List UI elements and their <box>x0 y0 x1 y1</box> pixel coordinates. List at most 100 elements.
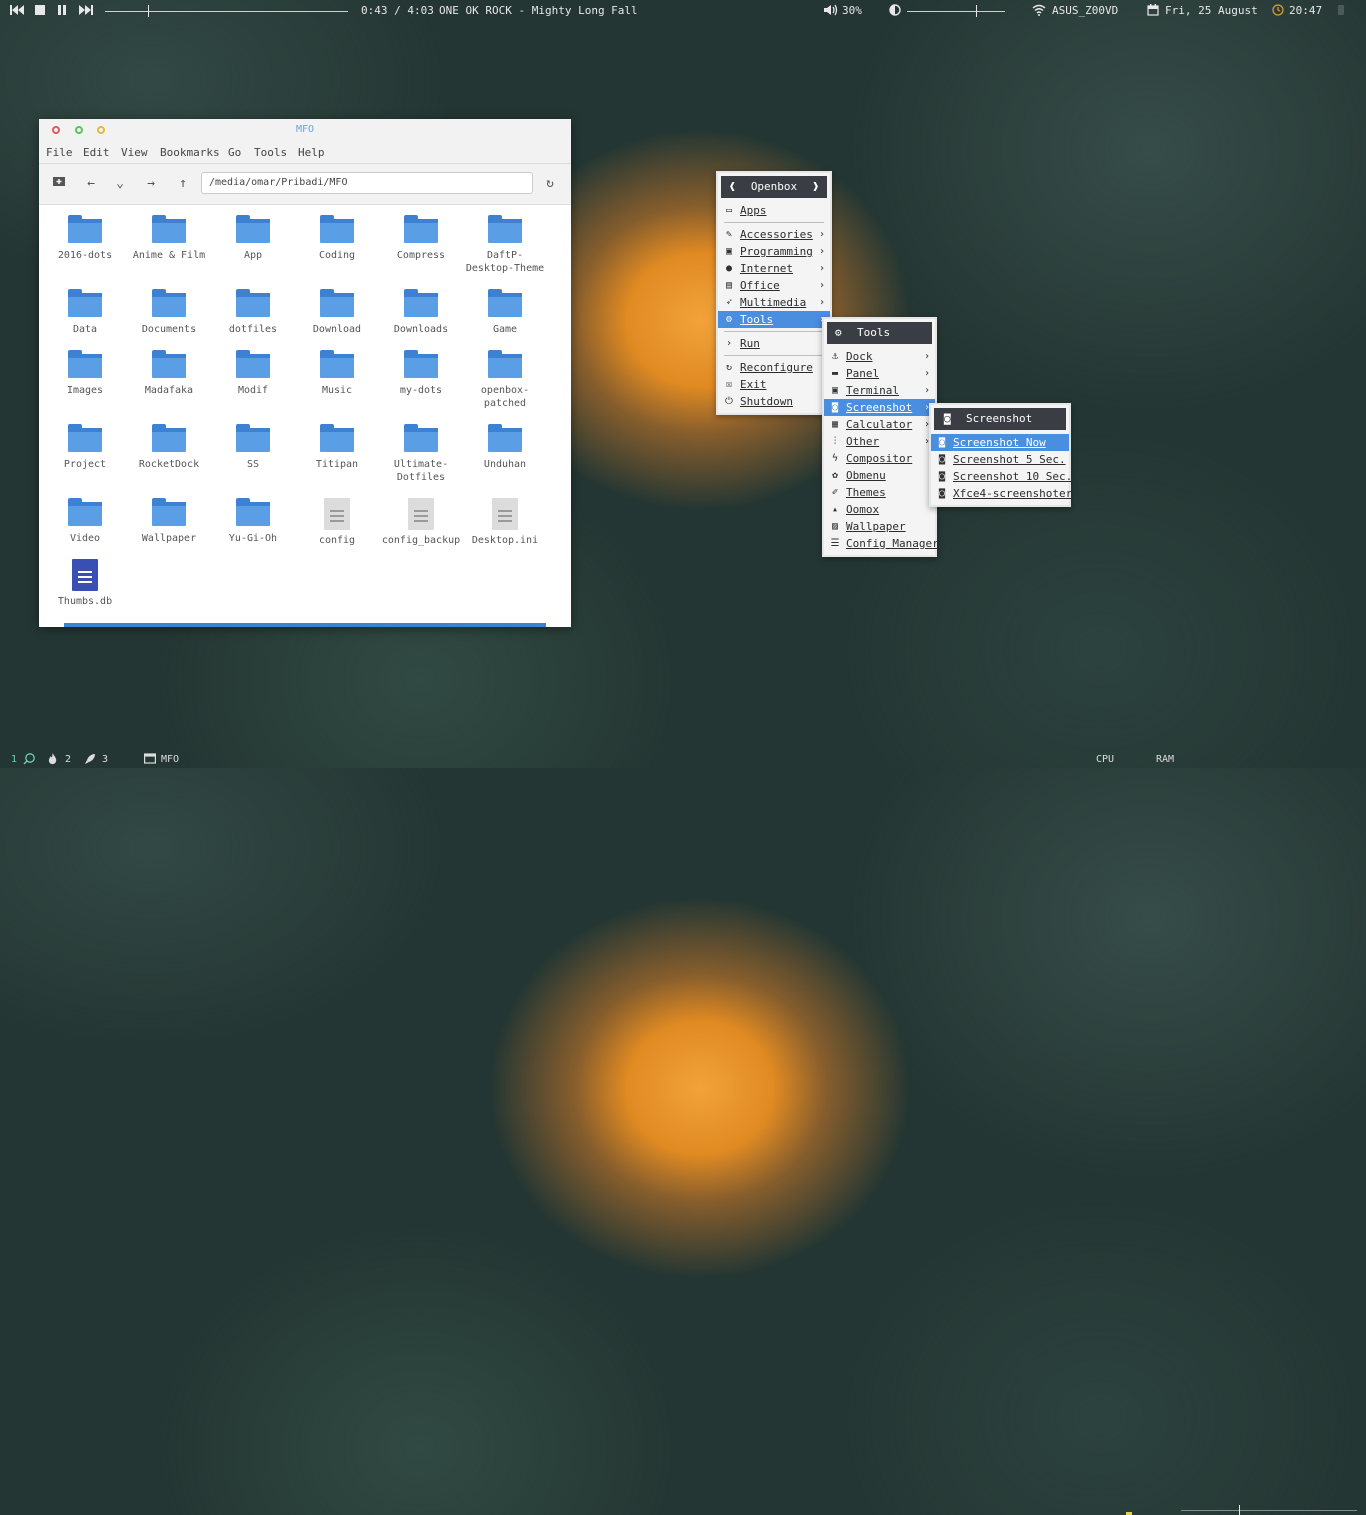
menu-item-tools[interactable]: ⚙ Tools› <box>718 311 830 328</box>
media-progress-handle[interactable] <box>148 5 149 17</box>
rocket-icon[interactable] <box>84 753 96 766</box>
menu-tools[interactable]: Tools <box>254 146 287 159</box>
folder-item[interactable]: dotfiles <box>211 289 295 336</box>
menu-item-office[interactable]: ▤ Office › <box>718 277 830 294</box>
menu-item-calculator[interactable]: ▦ Calculator › <box>824 416 935 433</box>
workspace-1-number[interactable]: 1 <box>11 753 17 766</box>
folder-item[interactable]: SS <box>211 424 295 471</box>
media-time: 0:43 / 4:03 <box>361 4 434 17</box>
flame-icon[interactable] <box>47 753 58 766</box>
menu-item-apps[interactable]: ▭ Apps <box>718 202 830 219</box>
menu-item-accessories[interactable]: ✎ Accessories › <box>718 226 830 243</box>
menu-edit[interactable]: Edit <box>83 146 110 159</box>
brush-icon: ✐ <box>831 487 839 498</box>
volume-icon[interactable] <box>824 4 838 18</box>
menu-item-oomox[interactable]: ▴ Oomox <box>824 501 935 518</box>
panel-icon: ▬ <box>831 368 839 379</box>
folder-item[interactable]: 2016-dots <box>43 215 127 262</box>
location-bar[interactable]: /media/omar/Pribadi/MFO <box>201 172 533 194</box>
forward-icon[interactable]: → <box>142 175 160 193</box>
window-titlebar[interactable]: MFO <box>39 119 571 141</box>
menu-item-other[interactable]: ⫶ Other › <box>824 433 935 450</box>
menu-item-multimedia[interactable]: ➶ Multimedia › <box>718 294 830 311</box>
menu-item-terminal[interactable]: ▣ Terminal › <box>824 382 935 399</box>
menu-go[interactable]: Go <box>228 146 241 159</box>
folder-item[interactable]: my-dots <box>379 350 463 397</box>
folder-item[interactable]: Coding <box>295 215 379 262</box>
file-item[interactable]: config <box>295 498 379 547</box>
file-item[interactable]: config_backup <box>379 498 463 547</box>
folder-item[interactable]: Madafaka <box>127 350 211 397</box>
up-icon[interactable]: ↑ <box>174 175 192 193</box>
power-icon[interactable] <box>1337 4 1345 18</box>
menu-view[interactable]: View <box>121 146 148 159</box>
folder-item[interactable]: Ultimate- Dotfiles <box>379 424 463 484</box>
workspace-1-icon[interactable] <box>23 753 35 766</box>
menu-item-screenshot-5-sec[interactable]: ◙ Screenshot 5 Sec. <box>931 451 1069 468</box>
menu-item-wallpaper[interactable]: ▨ Wallpaper <box>824 518 935 535</box>
menu-item-compositor[interactable]: ϟ Compositor <box>824 450 935 467</box>
history-dropdown-icon[interactable]: ⌄ <box>111 175 129 193</box>
folder-item[interactable]: Data <box>43 289 127 336</box>
menu-bookmarks[interactable]: Bookmarks <box>160 146 220 159</box>
folder-item[interactable]: Wallpaper <box>127 498 211 545</box>
menu-item-panel[interactable]: ▬ Panel › <box>824 365 935 382</box>
cpu-label: CPU <box>1096 754 1115 765</box>
stop-icon[interactable] <box>35 4 46 18</box>
menu-item-shutdown[interactable]: ⏻ Shutdown <box>718 393 830 410</box>
previous-track-icon[interactable] <box>10 4 24 18</box>
folder-item[interactable]: Music <box>295 350 379 397</box>
menu-item-obmenu[interactable]: ✿ Obmenu <box>824 467 935 484</box>
folder-item[interactable]: Game <box>463 289 547 336</box>
folder-item[interactable]: Modif <box>211 350 295 397</box>
media-progress-slider[interactable] <box>105 11 348 12</box>
folder-item[interactable]: Documents <box>127 289 211 336</box>
menu-item-screenshot-now[interactable]: ◙ Screenshot Now <box>931 434 1069 451</box>
brightness-handle[interactable] <box>975 5 977 17</box>
folder-item[interactable]: Video <box>43 498 127 545</box>
menu-item-programming[interactable]: ▣ Programming › <box>718 243 830 260</box>
folder-item[interactable]: Download <box>295 289 379 336</box>
menu-item-internet[interactable]: ● Internet › <box>718 260 830 277</box>
pause-icon[interactable] <box>57 4 68 18</box>
horizontal-scrollbar[interactable] <box>64 623 546 627</box>
folder-item[interactable]: Unduhan <box>463 424 547 471</box>
file-item[interactable]: Desktop.ini <box>463 498 547 547</box>
folder-item[interactable]: Project <box>43 424 127 471</box>
folder-item[interactable]: Downloads <box>379 289 463 336</box>
folder-item[interactable]: Compress <box>379 215 463 262</box>
menu-item-screenshot[interactable]: ◙ Screenshot › <box>824 399 935 416</box>
menu-file[interactable]: File <box>46 146 73 159</box>
file-item[interactable]: Thumbs.db <box>43 559 127 608</box>
folder-item[interactable]: Anime & Film <box>127 215 211 262</box>
menu-help[interactable]: Help <box>298 146 325 159</box>
menu-item-exit[interactable]: ☒ Exit <box>718 376 830 393</box>
folder-item[interactable]: App <box>211 215 295 262</box>
menu-item-themes[interactable]: ✐ Themes <box>824 484 935 501</box>
menu-item-run[interactable]: › Run <box>718 335 830 352</box>
item-label: Ultimate- Dotfiles <box>393 459 449 483</box>
folder-item[interactable]: RocketDock <box>127 424 211 471</box>
menu-item-config-manager[interactable]: ☰ Config Manager <box>824 535 939 552</box>
new-tab-icon[interactable] <box>50 175 68 193</box>
next-track-icon[interactable] <box>79 4 93 18</box>
anchor-icon: ⚓ <box>831 351 839 362</box>
document-icon: ▤ <box>725 280 733 291</box>
workspace-2-number[interactable]: 2 <box>65 753 71 766</box>
folder-item[interactable]: Yu-Gi-Oh <box>211 498 295 545</box>
reload-icon[interactable]: ↻ <box>541 175 559 193</box>
brightness-slider[interactable] <box>907 11 1005 12</box>
folder-item[interactable]: Images <box>43 350 127 397</box>
back-icon[interactable]: ← <box>82 175 100 193</box>
brightness-icon[interactable] <box>889 4 901 18</box>
folder-item[interactable]: openbox- patched <box>463 350 547 410</box>
menu-item-dock[interactable]: ⚓ Dock › <box>824 348 935 365</box>
workspace-3-number[interactable]: 3 <box>102 753 108 766</box>
taskbar-item-mfo[interactable]: MFO <box>161 753 179 766</box>
menu-item-xfce4-screenshoter[interactable]: ◙ Xfce4-screenshoter <box>931 485 1072 502</box>
folder-item[interactable]: DaftP- Desktop-Theme <box>463 215 547 275</box>
folder-item[interactable]: Titipan <box>295 424 379 471</box>
menu-item-reconfigure[interactable]: ↻ Reconfigure <box>718 359 830 376</box>
item-label: RocketDock <box>138 459 200 470</box>
menu-item-screenshot-10-sec[interactable]: ◙ Screenshot 10 Sec. <box>931 468 1072 485</box>
